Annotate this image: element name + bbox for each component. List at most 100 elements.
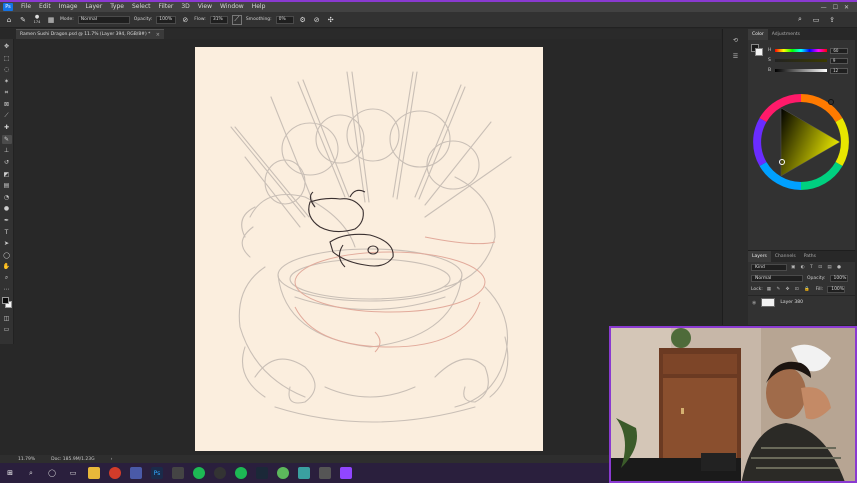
eyedropper-tool-icon[interactable]: ⟋ (2, 112, 12, 121)
layer-name[interactable]: Layer 380 (780, 300, 803, 305)
menu-help[interactable]: Help (248, 2, 270, 12)
mode-select[interactable]: Normal (77, 15, 130, 24)
app-icon[interactable] (130, 467, 142, 479)
menu-type[interactable]: Type (106, 2, 128, 12)
tab-color[interactable]: Color (748, 29, 768, 40)
app-teal-icon[interactable] (298, 467, 310, 479)
type-tool-icon[interactable]: T (2, 228, 12, 237)
ellipse-tool-icon[interactable]: ◯ (2, 251, 12, 260)
close-button[interactable]: ✕ (844, 4, 849, 11)
search-icon[interactable]: ⌕ (795, 15, 805, 25)
tab-channels[interactable]: Channels (771, 251, 800, 262)
more-tools-icon[interactable]: ⋯ (2, 285, 12, 294)
quick-mask-icon[interactable]: ◫ (2, 314, 12, 323)
twitch-icon[interactable] (340, 467, 352, 479)
marquee-tool-icon[interactable]: ⬚ (2, 54, 12, 63)
layer-kind-select[interactable]: Kind (751, 264, 787, 271)
blur-tool-icon[interactable]: ◔ (2, 193, 12, 202)
path-selection-tool-icon[interactable]: ➤ (2, 239, 12, 248)
hand-tool-icon[interactable]: ✋ (2, 262, 12, 271)
home-icon[interactable]: ⌂ (4, 15, 14, 25)
color-wheel[interactable] (751, 92, 851, 192)
music-icon[interactable] (235, 467, 247, 479)
gradient-tool-icon[interactable]: ▤ (2, 181, 12, 190)
menu-file[interactable]: File (17, 2, 35, 12)
task-view-icon[interactable]: ◯ (46, 467, 58, 479)
lock-icons[interactable]: ▦ ✎ ✥ ⊡ 🔒 (767, 287, 812, 292)
tab-layers[interactable]: Layers (748, 251, 771, 262)
menu-select[interactable]: Select (128, 2, 155, 12)
app-green-icon[interactable] (277, 467, 289, 479)
visibility-icon[interactable]: ◉ (752, 300, 756, 306)
share-icon[interactable]: ⇪ (827, 15, 837, 25)
clone-stamp-tool-icon[interactable]: ⊥ (2, 146, 12, 155)
steam-icon[interactable] (256, 467, 268, 479)
airbrush-icon[interactable]: ⟋ (231, 14, 242, 25)
dodge-tool-icon[interactable]: ● (2, 204, 12, 213)
blend-mode-select[interactable]: Normal (751, 275, 803, 282)
obs-icon[interactable] (214, 467, 226, 479)
brightness-value[interactable]: 12 (830, 67, 849, 74)
workspace-icon[interactable]: ▭ (811, 15, 821, 25)
menu-edit[interactable]: Edit (35, 2, 55, 12)
app-dark-icon[interactable] (172, 467, 184, 479)
gear-icon[interactable]: ⚙ (298, 15, 308, 25)
minimize-button[interactable]: — (821, 4, 827, 11)
spotify-icon[interactable] (193, 467, 205, 479)
color-swatches[interactable] (1, 297, 12, 311)
maximize-button[interactable]: ☐ (833, 4, 838, 11)
filter-icons[interactable]: ▣ ◐ T ⊡ ▤ ● (791, 265, 843, 270)
layer-opacity-field[interactable]: 100% (829, 275, 848, 282)
background-swatch[interactable] (755, 48, 763, 56)
zoom-level[interactable]: 11.79% (18, 457, 35, 462)
chrome-icon[interactable] (109, 467, 121, 479)
brush-tool-icon[interactable]: ✎ (18, 15, 28, 25)
saturation-slider[interactable] (774, 59, 827, 62)
history-brush-tool-icon[interactable]: ↺ (2, 158, 12, 167)
lasso-tool-icon[interactable]: ◌ (2, 65, 12, 74)
hue-slider[interactable] (775, 49, 828, 52)
move-tool-icon[interactable]: ✥ (2, 42, 12, 51)
document-tab[interactable]: Ramen Sushi Dragon.psd @ 11.7% (Layer 39… (16, 29, 164, 39)
eraser-tool-icon[interactable]: ◩ (2, 170, 12, 179)
status-arrow-icon[interactable]: › (111, 457, 113, 462)
menu-window[interactable]: Window (216, 2, 248, 12)
pressure-size-icon[interactable]: ⊘ (312, 15, 322, 25)
opacity-field[interactable]: 100% (156, 15, 177, 24)
pressure-opacity-icon[interactable]: ⊘ (180, 15, 190, 25)
screen-mode-icon[interactable]: ▭ (2, 325, 12, 334)
menu-3d[interactable]: 3D (177, 2, 193, 12)
symmetry-icon[interactable]: ✣ (326, 15, 336, 25)
zoom-tool-icon[interactable]: ⌕ (2, 274, 12, 283)
photoshop-taskbar-icon[interactable]: Ps (151, 467, 163, 479)
brush-settings-icon[interactable]: ▦ (46, 15, 56, 25)
app-gray-icon[interactable] (319, 467, 331, 479)
healing-brush-tool-icon[interactable]: ✚ (2, 123, 12, 132)
brush-tool-icon[interactable]: ✎ (1, 134, 12, 144)
layer-row[interactable]: ◉ Layer 380 (748, 295, 855, 309)
properties-icon[interactable]: ☰ (731, 51, 741, 61)
crop-tool-icon[interactable]: ⌗ (2, 88, 12, 97)
flow-field[interactable]: 31% (209, 15, 228, 24)
menu-view[interactable]: View (194, 2, 216, 12)
search-icon[interactable]: ⌕ (25, 467, 37, 479)
saturation-value[interactable]: 9 (829, 57, 848, 64)
smoothing-field[interactable]: 0% (275, 15, 294, 24)
frame-tool-icon[interactable]: ⊠ (2, 100, 12, 109)
menu-image[interactable]: Image (55, 2, 82, 12)
tab-paths[interactable]: Paths (800, 251, 820, 262)
hue-value[interactable]: 60 (830, 47, 849, 54)
close-tab-icon[interactable]: × (156, 32, 160, 38)
magic-wand-tool-icon[interactable]: ✶ (2, 77, 12, 86)
artboard-sketch[interactable] (195, 47, 543, 451)
foreground-color-swatch[interactable] (1, 297, 9, 305)
file-explorer-icon[interactable] (88, 467, 100, 479)
brush-preset-icon[interactable]: ● 174 (32, 14, 42, 25)
windows-start-icon[interactable]: ⊞ (4, 467, 16, 479)
menu-filter[interactable]: Filter (155, 2, 178, 12)
history-icon[interactable]: ⟲ (731, 35, 741, 45)
task-switch-icon[interactable]: ▭ (67, 467, 79, 479)
menu-layer[interactable]: Layer (81, 2, 106, 12)
tab-adjustments[interactable]: Adjustments (768, 29, 804, 40)
brightness-slider[interactable] (775, 69, 828, 72)
